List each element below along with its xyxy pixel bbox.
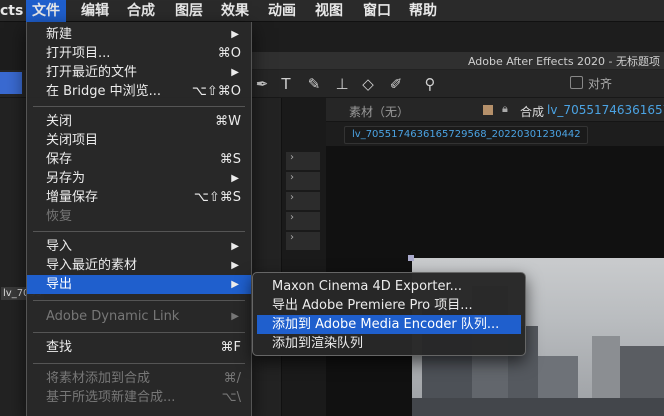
stamp-tool-icon[interactable]: ⊥: [332, 74, 352, 94]
menu-item-export-premiere[interactable]: 导出 Adobe Premiere Pro 项目...: [257, 296, 521, 315]
menu-item-browse-bridge[interactable]: 在 Bridge 中浏览... ⌥⇧⌘O: [27, 82, 251, 101]
tab-footage[interactable]: 素材（无）: [349, 103, 409, 120]
align-label: 对齐: [588, 77, 613, 91]
eraser-tool-icon[interactable]: ◇: [358, 74, 378, 94]
roto-tool-icon[interactable]: ✐: [386, 74, 406, 94]
column-strip: [252, 98, 282, 416]
menu-item-new[interactable]: 新建 ▶: [27, 25, 251, 44]
submenu-arrow-icon: ▶: [231, 279, 239, 290]
menu-item-revert: 恢复: [46, 209, 73, 224]
submenu-arrow-icon: ▶: [231, 67, 239, 78]
align-checkbox[interactable]: [570, 76, 583, 89]
chevron-right-icon[interactable]: ›: [286, 172, 320, 190]
chevron-right-icon[interactable]: ›: [286, 192, 320, 210]
menu-item-increment-save[interactable]: 增量保存 ⌥⇧⌘S: [27, 188, 251, 207]
file-menu: 新建 ▶ 打开项目... ⌘O 打开最近的文件 ▶ 在 Bridge 中浏览... ⌥⇧…: [26, 22, 252, 416]
menu-separator: [33, 106, 245, 107]
export-submenu: Maxon Cinema 4D Exporter... 导出 Adobe Pre…: [252, 272, 526, 356]
comp-color-swatch: [483, 105, 493, 115]
menu-separator: [33, 231, 245, 232]
text-tool-icon[interactable]: T: [276, 74, 296, 94]
lock-icon[interactable]: 🔒︎: [502, 102, 508, 116]
submenu-arrow-icon: ▶: [231, 29, 239, 40]
menu-item-close[interactable]: 关闭 ⌘W: [27, 112, 251, 131]
menubar-effect[interactable]: 效果: [221, 0, 249, 22]
menubar-composition[interactable]: 合成: [127, 0, 155, 22]
timeline-strip: [282, 98, 326, 416]
window-title: Adobe After Effects 2020 - 无标题项: [467, 55, 660, 68]
menubar-view[interactable]: 视图: [315, 0, 343, 22]
chevron-right-icon[interactable]: ›: [286, 232, 320, 250]
menu-item-new-comp-from-selection: 基于所选项新建合成... ⌥\: [46, 390, 241, 405]
menubar-edit[interactable]: 编辑: [81, 0, 109, 22]
submenu-arrow-icon: ▶: [231, 260, 239, 271]
menu-item-cinema4d-exporter[interactable]: Maxon Cinema 4D Exporter...: [257, 277, 521, 296]
submenu-arrow-icon: ▶: [231, 173, 239, 184]
menu-item-close-project[interactable]: 关闭项目: [27, 131, 251, 150]
tab-composition-label[interactable]: 合成: [520, 103, 544, 120]
menu-item-export[interactable]: 导出 ▶: [27, 275, 251, 294]
menubar-window[interactable]: 窗口: [363, 0, 391, 22]
menubar-file[interactable]: 文件: [26, 0, 66, 22]
menubar-layer[interactable]: 图层: [175, 0, 203, 22]
anchor-handle[interactable]: [408, 255, 414, 261]
brush-tool-icon[interactable]: ✎: [304, 74, 324, 94]
submenu-arrow-icon: ▶: [231, 311, 239, 322]
menubar: cts 文件 编辑 合成 图层 效果 动画 视图 窗口 帮助: [0, 0, 664, 22]
menubar-help[interactable]: 帮助: [409, 0, 437, 22]
menu-item-dynamic-link: Adobe Dynamic Link ▶: [46, 309, 239, 324]
menu-item-find[interactable]: 查找 ⌘F: [27, 338, 251, 357]
selection-tool-icon[interactable]: [0, 72, 22, 94]
menu-item-add-render-queue[interactable]: 添加到渲染队列: [257, 334, 521, 353]
menu-item-add-media-encoder[interactable]: 添加到 Adobe Media Encoder 队列...: [257, 315, 521, 334]
composition-breadcrumb[interactable]: lv_7055174636165729568_20220301230442: [344, 126, 588, 144]
submenu-arrow-icon: ▶: [231, 241, 239, 252]
chevron-right-icon[interactable]: ›: [286, 212, 320, 230]
menubar-animation[interactable]: 动画: [268, 0, 296, 22]
menu-separator: [33, 363, 245, 364]
menu-item-open-recent[interactable]: 打开最近的文件 ▶: [27, 63, 251, 82]
menubar-app-name[interactable]: cts: [0, 0, 23, 22]
tab-composition-name[interactable]: lv_7055174636165729: [547, 103, 664, 117]
menu-item-open-project[interactable]: 打开项目... ⌘O: [27, 44, 251, 63]
pin-tool-icon[interactable]: ⚲: [420, 74, 440, 94]
menu-item-save[interactable]: 保存 ⌘S: [27, 150, 251, 169]
menu-separator: [33, 300, 245, 301]
menu-item-import-recent[interactable]: 导入最近的素材 ▶: [27, 256, 251, 275]
menu-separator: [33, 332, 245, 333]
chevron-right-icon[interactable]: ›: [286, 152, 320, 170]
window-titlebar: Adobe After Effects 2020 - 无标题项: [250, 52, 664, 70]
menu-item-save-as[interactable]: 另存为 ▶: [27, 169, 251, 188]
menu-item-add-footage-to-comp: 将素材添加到合成 ⌘/: [46, 371, 241, 386]
menu-item-import[interactable]: 导入 ▶: [27, 237, 251, 256]
pen-tool-icon[interactable]: ✒: [252, 74, 272, 94]
